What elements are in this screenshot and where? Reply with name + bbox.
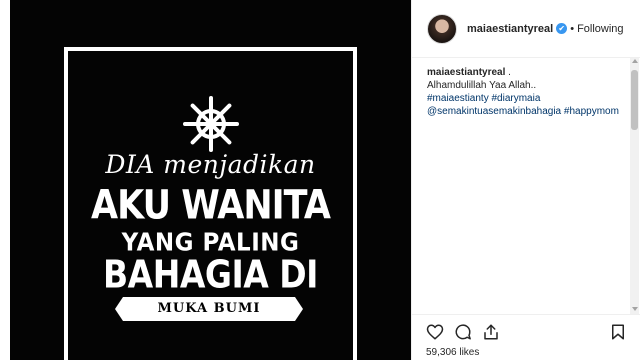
header-username[interactable]: maiaestiantyreal	[467, 23, 553, 35]
caption-username[interactable]: maiaestiantyreal	[427, 67, 505, 78]
header-separator: •	[570, 22, 575, 35]
caption-hashtags-1[interactable]: #maiaestianty #diarymaia	[427, 92, 627, 105]
scrollbar-thumb[interactable]	[631, 70, 638, 130]
quote-line-4: BAHAGIA DI	[103, 252, 318, 297]
helm-icon	[183, 96, 239, 152]
caption-suffix: .	[508, 67, 511, 78]
verified-icon: ✔	[556, 23, 568, 34]
banner-notch-right	[295, 297, 303, 321]
post-actions: 59,306 likes	[411, 314, 640, 360]
post-sidebar: maiaestiantyreal ✔ • Following maiaestia…	[411, 0, 640, 360]
heart-icon[interactable]	[426, 323, 444, 341]
caption-hashtags-2[interactable]: @semakintuasemakinbahagia #happymom	[427, 105, 627, 118]
likes-count[interactable]: 59,306 likes	[426, 347, 479, 358]
scroll-down-arrow-icon[interactable]	[632, 307, 638, 311]
caption: maiaestiantyreal . Alhamdulillah Yaa All…	[427, 66, 627, 118]
banner-notch-left	[115, 297, 123, 321]
following-button[interactable]: Following	[577, 23, 623, 35]
scroll-up-arrow-icon[interactable]	[632, 59, 638, 63]
quote-line-1: DIA menjadikan	[105, 150, 316, 179]
instagram-post-view: DIA menjadikan AKU WANITA YANG PALING BA…	[0, 0, 640, 360]
post-image[interactable]: DIA menjadikan AKU WANITA YANG PALING BA…	[10, 0, 411, 360]
comment-icon[interactable]	[454, 323, 472, 341]
quote-banner: MUKA BUMI	[123, 297, 295, 321]
post-header: maiaestiantyreal ✔ • Following	[412, 0, 640, 58]
avatar[interactable]	[427, 13, 457, 44]
bookmark-icon[interactable]	[609, 323, 627, 341]
caption-text: Alhamdulillah Yaa Allah..	[427, 80, 537, 91]
share-icon[interactable]	[482, 323, 500, 341]
caption-author-line: maiaestiantyreal .	[427, 66, 627, 79]
quote-line-2: AKU WANITA	[91, 183, 331, 229]
